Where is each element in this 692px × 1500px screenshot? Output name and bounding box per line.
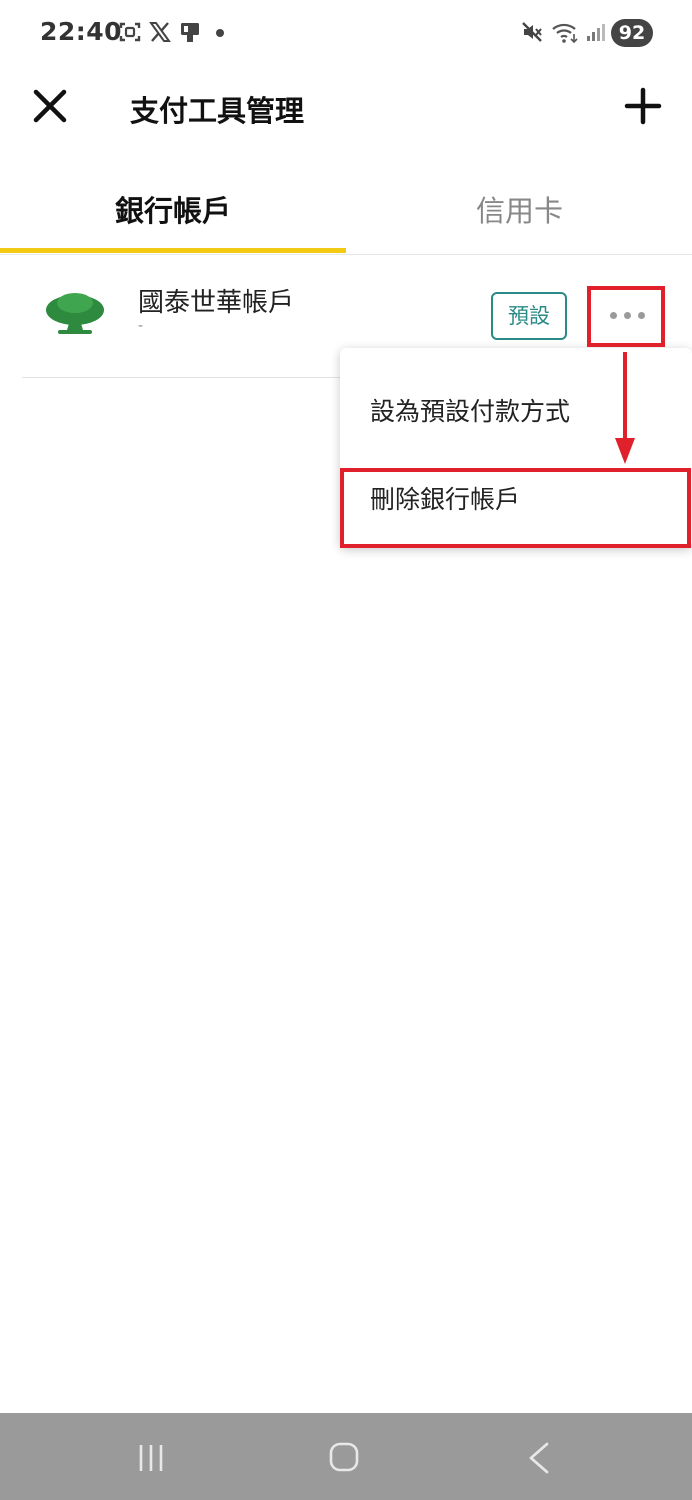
system-nav-bar: [0, 1413, 692, 1500]
tree-logo-icon: [46, 293, 104, 334]
recent-apps-icon[interactable]: [136, 1443, 166, 1473]
battery-icon: 92: [611, 19, 653, 47]
tab-credit-cards[interactable]: 信用卡: [476, 188, 563, 230]
active-tab-indicator: [0, 248, 346, 253]
cast-icon: [181, 23, 199, 42]
plus-icon[interactable]: [623, 86, 663, 126]
account-name: 國泰世華帳戶: [138, 288, 295, 318]
close-icon[interactable]: [30, 86, 70, 126]
annotation-arrow-icon: [615, 352, 635, 464]
page-title: 支付工具管理: [130, 94, 305, 128]
wifi-icon: [552, 23, 578, 44]
account-number: -: [138, 318, 144, 334]
screenshot-icon: [119, 22, 141, 42]
status-time: 22:40: [40, 17, 123, 46]
home-icon[interactable]: [329, 1442, 359, 1472]
status-bar: 22:40 92: [0, 0, 692, 66]
signal-icon: [587, 24, 605, 41]
back-icon[interactable]: [525, 1442, 553, 1474]
highlight-more-button: [587, 286, 665, 347]
top-app-bar: 支付工具管理: [0, 70, 692, 146]
notification-dot: [216, 29, 224, 37]
default-badge: 預設: [491, 292, 567, 340]
tab-bank-accounts[interactable]: 銀行帳戶: [115, 188, 231, 230]
mute-icon: [522, 22, 542, 42]
x-logo-icon: [149, 22, 171, 42]
tab-bar: 銀行帳戶 信用卡: [0, 168, 692, 255]
highlight-delete-item: [340, 468, 691, 548]
menu-item-set-default[interactable]: 設為預設付款方式: [370, 392, 570, 428]
